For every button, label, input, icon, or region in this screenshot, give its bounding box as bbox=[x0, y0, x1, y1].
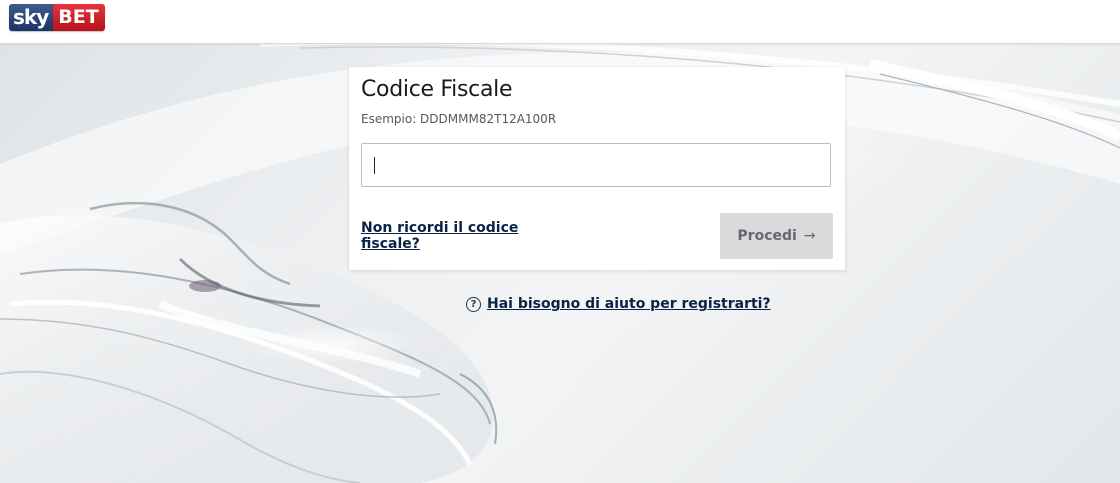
forgot-codice-fiscale-link[interactable]: Non ricordi il codice fiscale? bbox=[361, 220, 521, 252]
card-example-hint: Esempio: DDDMMM82T12A100R bbox=[361, 112, 557, 126]
codice-fiscale-card: Codice Fiscale Esempio: DDDMMM82T12A100R… bbox=[349, 67, 845, 270]
registration-help-link[interactable]: Hai bisogno di aiuto per registrarti? bbox=[487, 296, 771, 312]
codice-fiscale-input[interactable] bbox=[361, 143, 831, 187]
text-caret bbox=[374, 157, 375, 174]
proceed-button-label: Procedi bbox=[737, 228, 797, 244]
arrow-right-icon: → bbox=[803, 228, 816, 244]
top-header: sky BET bbox=[0, 0, 1120, 44]
card-title: Codice Fiscale bbox=[361, 77, 513, 102]
logo-bet-text: BET bbox=[53, 4, 105, 31]
proceed-button[interactable]: Procedi → bbox=[720, 213, 833, 259]
logo-sky-text: sky bbox=[9, 4, 54, 31]
help-row: ? Hai bisogno di aiuto per registrarti? bbox=[466, 296, 771, 312]
skybet-logo[interactable]: sky BET bbox=[9, 4, 105, 31]
help-circle-icon: ? bbox=[466, 296, 481, 312]
